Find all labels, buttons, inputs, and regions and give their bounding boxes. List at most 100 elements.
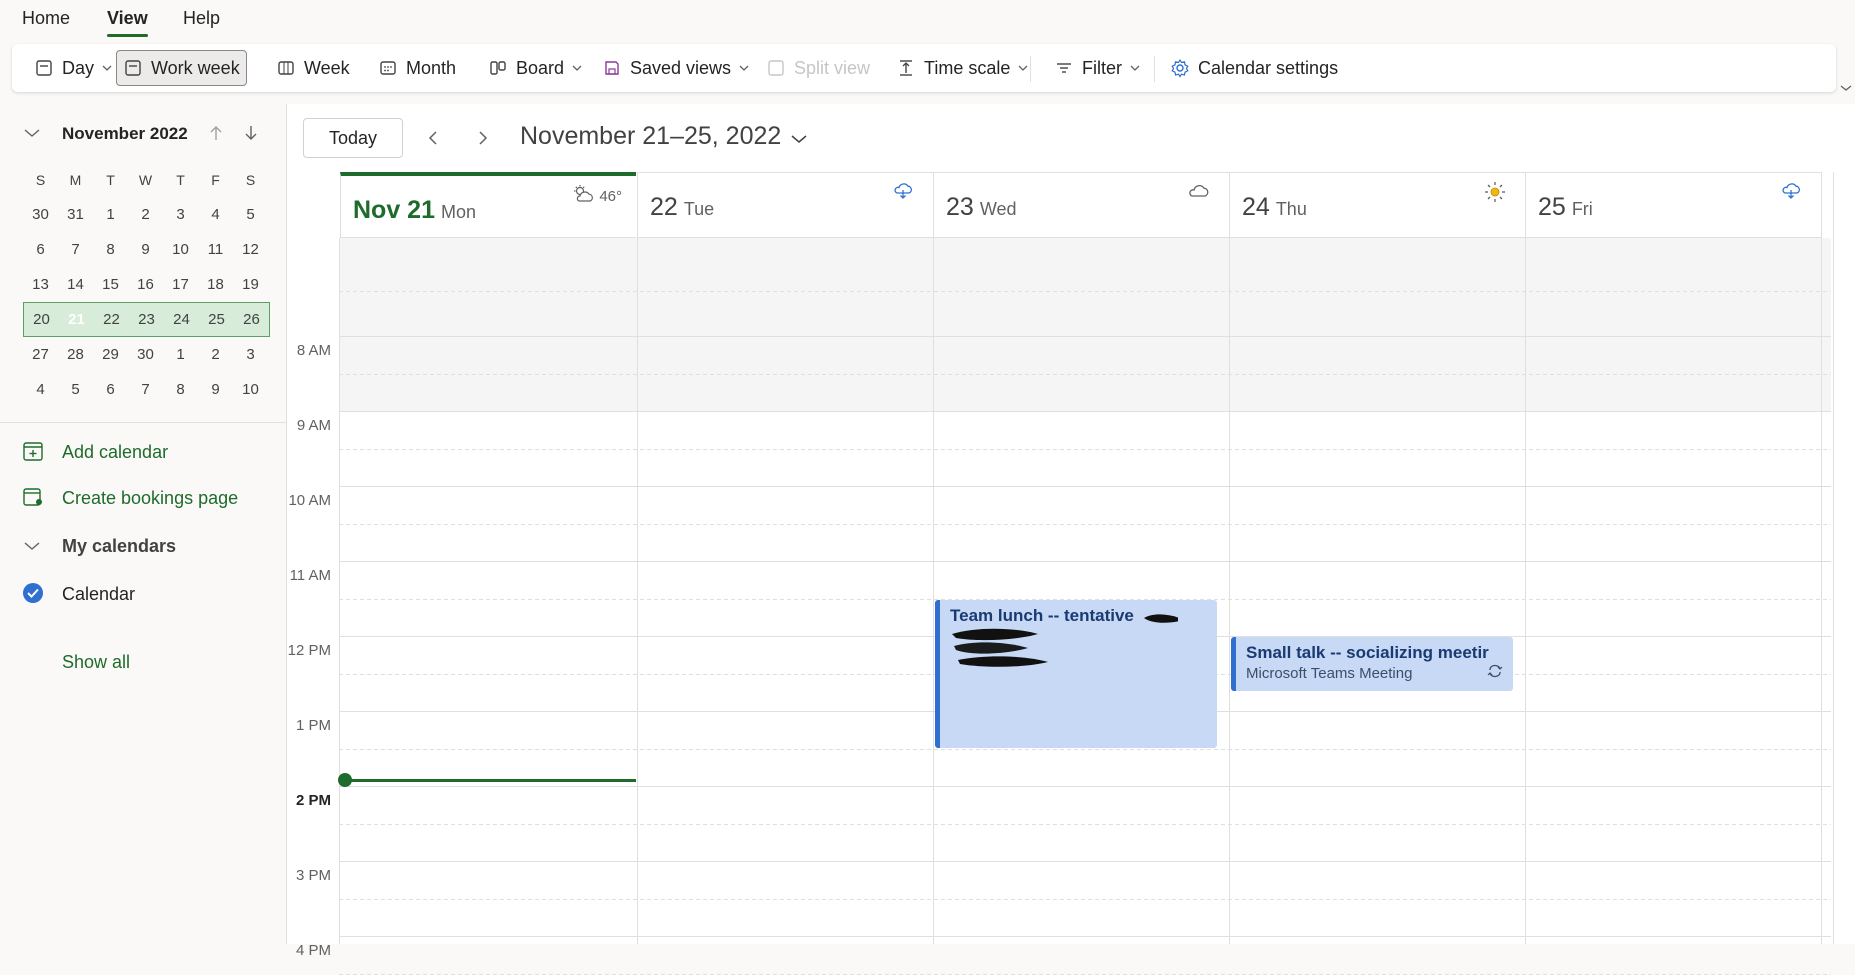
mini-calendar-day[interactable]: 12: [233, 241, 268, 258]
mini-calendar-day[interactable]: 19: [233, 276, 268, 293]
mini-calendar-day[interactable]: 6: [23, 241, 58, 258]
work-week-view-button[interactable]: Work week: [116, 50, 247, 86]
mini-calendar-day[interactable]: 16: [128, 276, 163, 293]
mini-calendar-day[interactable]: 1: [93, 206, 128, 223]
mini-calendar-day[interactable]: 24: [164, 311, 199, 328]
mini-calendar-day[interactable]: 13: [23, 276, 58, 293]
mini-calendar-day[interactable]: 21: [59, 304, 94, 332]
day-view-button[interactable]: Day: [28, 50, 118, 86]
mini-calendar-day[interactable]: 9: [198, 381, 233, 398]
previous-month-arrow-icon[interactable]: [204, 121, 228, 145]
mini-calendar-day-number: 7: [141, 381, 150, 398]
sidebar-divider: [0, 422, 286, 423]
mini-calendar-day[interactable]: 7: [128, 381, 163, 398]
chevron-down-icon[interactable]: [102, 63, 112, 73]
day-header-mon[interactable]: Nov 21 Mon 46°: [340, 172, 636, 238]
mini-calendar-day[interactable]: 30: [128, 346, 163, 363]
mini-calendar-day[interactable]: 9: [128, 241, 163, 258]
weather-forecast[interactable]: [1779, 181, 1807, 205]
weather-forecast[interactable]: 46°: [571, 184, 622, 208]
mini-calendar-day[interactable]: 4: [198, 206, 233, 223]
calendar-item-label[interactable]: Calendar: [62, 584, 135, 605]
mini-calendar-day[interactable]: 30: [23, 206, 58, 223]
month-view-button[interactable]: Month: [372, 50, 462, 86]
next-month-arrow-icon[interactable]: [239, 121, 263, 145]
mini-calendar-week[interactable]: 6 7 8 9 10 11 12: [23, 232, 270, 267]
filter-button[interactable]: Filter: [1048, 50, 1146, 86]
calendar-event[interactable]: Team lunch -- tentative: [935, 599, 1217, 748]
mini-calendar-day[interactable]: 26: [234, 311, 269, 328]
mini-calendar-day[interactable]: 4: [23, 381, 58, 398]
create-bookings-page-link[interactable]: Create bookings page: [62, 488, 238, 509]
my-calendars-heading[interactable]: My calendars: [62, 536, 176, 557]
ribbon-collapse-chevron-icon[interactable]: [1840, 80, 1852, 91]
mini-calendar-day[interactable]: 28: [58, 346, 93, 363]
week-view-button[interactable]: Week: [270, 50, 356, 86]
mini-calendar-day[interactable]: 10: [163, 241, 198, 258]
calendar-event[interactable]: Small talk -- socializing meetir Microsof…: [1231, 637, 1513, 692]
vertical-scrollbar[interactable]: [1833, 172, 1855, 944]
mini-calendar-day[interactable]: 8: [163, 381, 198, 398]
mini-calendar-week[interactable]: 13 14 15 16 17 18 19: [23, 267, 270, 302]
mini-calendar-day[interactable]: 14: [58, 276, 93, 293]
day-header-wed[interactable]: 23 Wed: [933, 172, 1229, 238]
chevron-down-icon[interactable]: [1130, 63, 1140, 73]
sidebar: November 2022 S M T W T F S 30 31 1 2 3 4 5 6 7 8 9 10 11 12…: [0, 104, 286, 944]
time-scale-label: Time scale: [924, 57, 1011, 78]
mini-calendar-day[interactable]: 8: [93, 241, 128, 258]
mini-calendar-day[interactable]: 18: [198, 276, 233, 293]
day-header-fri[interactable]: 25 Fri: [1525, 172, 1821, 238]
mini-calendar-day[interactable]: 5: [233, 206, 268, 223]
mini-calendar-day[interactable]: 31: [58, 206, 93, 223]
mini-calendar-day[interactable]: 7: [58, 241, 93, 258]
mini-calendar-day[interactable]: 1: [163, 346, 198, 363]
add-calendar-link[interactable]: Add calendar: [62, 442, 168, 463]
weather-forecast[interactable]: [1187, 181, 1215, 205]
mini-calendar-day[interactable]: 17: [163, 276, 198, 293]
mini-calendar-day[interactable]: 25: [199, 311, 234, 328]
mini-calendar-day[interactable]: 22: [94, 311, 129, 328]
mini-calendar-day[interactable]: 2: [198, 346, 233, 363]
show-all-link[interactable]: Show all: [62, 652, 130, 673]
mini-calendar-day[interactable]: 29: [93, 346, 128, 363]
weather-forecast[interactable]: [891, 181, 919, 205]
chevron-down-icon[interactable]: [1018, 63, 1028, 73]
my-calendars-chevron-icon[interactable]: [20, 534, 44, 558]
mini-calendar-day[interactable]: 27: [23, 346, 58, 363]
next-week-chevron-icon[interactable]: [469, 124, 497, 152]
calendar-checked-icon[interactable]: [22, 582, 44, 604]
mini-calendar-day[interactable]: 15: [93, 276, 128, 293]
weather-forecast[interactable]: [1483, 181, 1511, 207]
mini-calendar-day[interactable]: 20: [24, 311, 59, 328]
mini-calendar-day[interactable]: 11: [198, 241, 233, 258]
mini-calendar-day[interactable]: 3: [233, 346, 268, 363]
previous-week-chevron-icon[interactable]: [419, 124, 447, 152]
mini-calendar-day[interactable]: 3: [163, 206, 198, 223]
tab-view[interactable]: View: [107, 8, 148, 37]
time-scale-button[interactable]: Time scale: [890, 50, 1034, 86]
mini-calendar-day[interactable]: 2: [128, 206, 163, 223]
board-view-button[interactable]: Board: [482, 50, 588, 86]
day-header-tue[interactable]: 22 Tue: [637, 172, 933, 238]
mini-calendar-day[interactable]: 5: [58, 381, 93, 398]
collapse-chevron-icon[interactable]: [20, 121, 44, 145]
calendar-settings-button[interactable]: Calendar settings: [1164, 50, 1344, 86]
mini-calendar-month[interactable]: November 2022: [62, 124, 188, 144]
chevron-down-icon[interactable]: [739, 63, 749, 73]
split-view-button[interactable]: Split view: [760, 50, 876, 86]
day-header-thu[interactable]: 24 Thu: [1229, 172, 1525, 238]
mini-calendar-day[interactable]: 10: [233, 381, 268, 398]
tab-help[interactable]: Help: [183, 8, 220, 29]
saved-views-button[interactable]: Saved views: [596, 50, 755, 86]
chevron-down-icon[interactable]: [572, 63, 582, 73]
today-button[interactable]: Today: [303, 118, 403, 158]
tab-home[interactable]: Home: [22, 8, 70, 29]
mini-calendar-week[interactable]: 20 21 22 23 24 25 26: [23, 302, 270, 337]
month-view-icon: [378, 58, 398, 78]
date-range-picker[interactable]: November 21–25, 2022: [520, 122, 807, 151]
mini-calendar-week[interactable]: 30 31 1 2 3 4 5: [23, 197, 270, 232]
mini-calendar-week[interactable]: 27 28 29 30 1 2 3: [23, 337, 270, 372]
mini-calendar-day[interactable]: 6: [93, 381, 128, 398]
mini-calendar-day[interactable]: 23: [129, 311, 164, 328]
mini-calendar-week[interactable]: 4 5 6 7 8 9 10: [23, 372, 270, 407]
